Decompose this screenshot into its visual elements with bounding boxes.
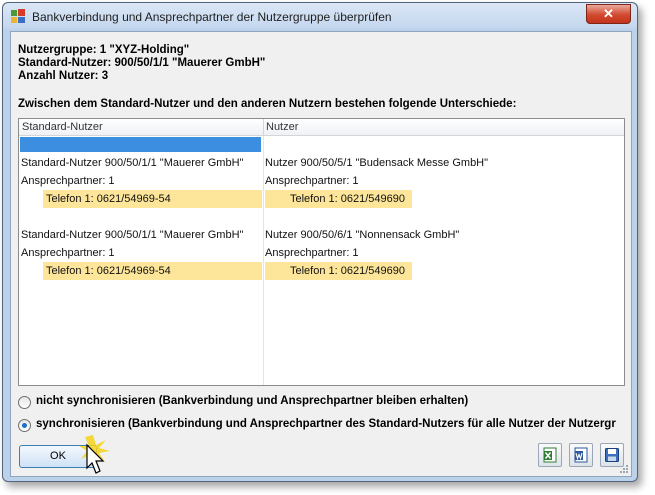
group-info: Nutzergruppe: 1 "XYZ-Holding": [18, 44, 190, 56]
save-icon: [605, 448, 619, 462]
cell-standard-user: Ansprechpartner: 1: [21, 247, 115, 259]
option-sync-label[interactable]: synchronisieren (Bankverbindung und Ansp…: [36, 418, 616, 430]
column-header-user[interactable]: Nutzer: [266, 121, 298, 133]
cell-user: Ansprechpartner: 1: [265, 175, 359, 187]
word-export-icon: [574, 447, 588, 463]
table-row[interactable]: [19, 136, 624, 154]
word-export-button[interactable]: [569, 443, 593, 467]
close-icon: ✕: [603, 6, 614, 21]
window-title: Bankverbindung und Ansprechpartner der N…: [32, 10, 392, 24]
table-row[interactable]: [19, 208, 624, 226]
app-icon: [11, 9, 25, 23]
option-no-sync-label[interactable]: nicht synchronisieren (Bankverbindung un…: [36, 395, 468, 407]
cell-standard-user: Ansprechpartner: 1: [21, 175, 115, 187]
differences-label: Zwischen dem Standard-Nutzer und den and…: [18, 98, 517, 110]
differences-grid[interactable]: Standard-Nutzer Nutzer Standard-Nutzer 9…: [18, 118, 625, 386]
dialog-content: Nutzergruppe: 1 "XYZ-Holding" Standard-N…: [10, 31, 632, 477]
cell-standard-user: Standard-Nutzer 900/50/1/1 "Mauerer GmbH…: [21, 229, 244, 241]
excel-export-button[interactable]: [538, 443, 562, 467]
user-count-info: Anzahl Nutzer: 3: [18, 70, 109, 82]
table-row[interactable]: Ansprechpartner: 1 Ansprechpartner: 1: [19, 172, 624, 190]
click-cursor-icon: [79, 435, 110, 474]
resize-grip-icon[interactable]: [619, 464, 629, 474]
table-row-difference[interactable]: Telefon 1: 0621/54969-54 Telefon 1: 0621…: [19, 190, 624, 208]
cell-standard-user: Telefon 1: 0621/54969-54: [46, 265, 171, 277]
dialog-window: Bankverbindung und Ansprechpartner der N…: [2, 2, 638, 482]
excel-export-icon: [543, 447, 557, 463]
table-row-difference[interactable]: Telefon 1: 0621/54969-54 Telefon 1: 0621…: [19, 262, 624, 280]
table-row[interactable]: Ansprechpartner: 1 Ansprechpartner: 1: [19, 244, 624, 262]
cell-user: Nutzer 900/50/5/1 "Budensack Messe GmbH": [265, 157, 489, 169]
radio-sync[interactable]: [18, 419, 31, 432]
radio-no-sync[interactable]: [18, 396, 31, 409]
close-button[interactable]: ✕: [586, 4, 631, 24]
grid-header: Standard-Nutzer Nutzer: [19, 119, 624, 136]
selected-cell[interactable]: [20, 137, 261, 152]
column-separator[interactable]: [263, 119, 264, 135]
cell-user: Ansprechpartner: 1: [265, 247, 359, 259]
table-row[interactable]: Standard-Nutzer 900/50/1/1 "Mauerer GmbH…: [19, 154, 624, 172]
cell-user: Nutzer 900/50/6/1 "Nonnensack GmbH": [265, 229, 460, 241]
title-bar[interactable]: Bankverbindung und Ansprechpartner der N…: [3, 3, 637, 29]
table-row[interactable]: Standard-Nutzer 900/50/1/1 "Mauerer GmbH…: [19, 226, 624, 244]
cell-user: Telefon 1: 0621/549690: [290, 265, 405, 277]
cell-standard-user: Standard-Nutzer 900/50/1/1 "Mauerer GmbH…: [21, 157, 244, 169]
column-header-standard-user[interactable]: Standard-Nutzer: [22, 121, 103, 133]
cell-standard-user: Telefon 1: 0621/54969-54: [46, 193, 171, 205]
cell-user: Telefon 1: 0621/549690: [290, 193, 405, 205]
standard-user-info: Standard-Nutzer: 900/50/1/1 "Mauerer Gmb…: [18, 57, 266, 69]
